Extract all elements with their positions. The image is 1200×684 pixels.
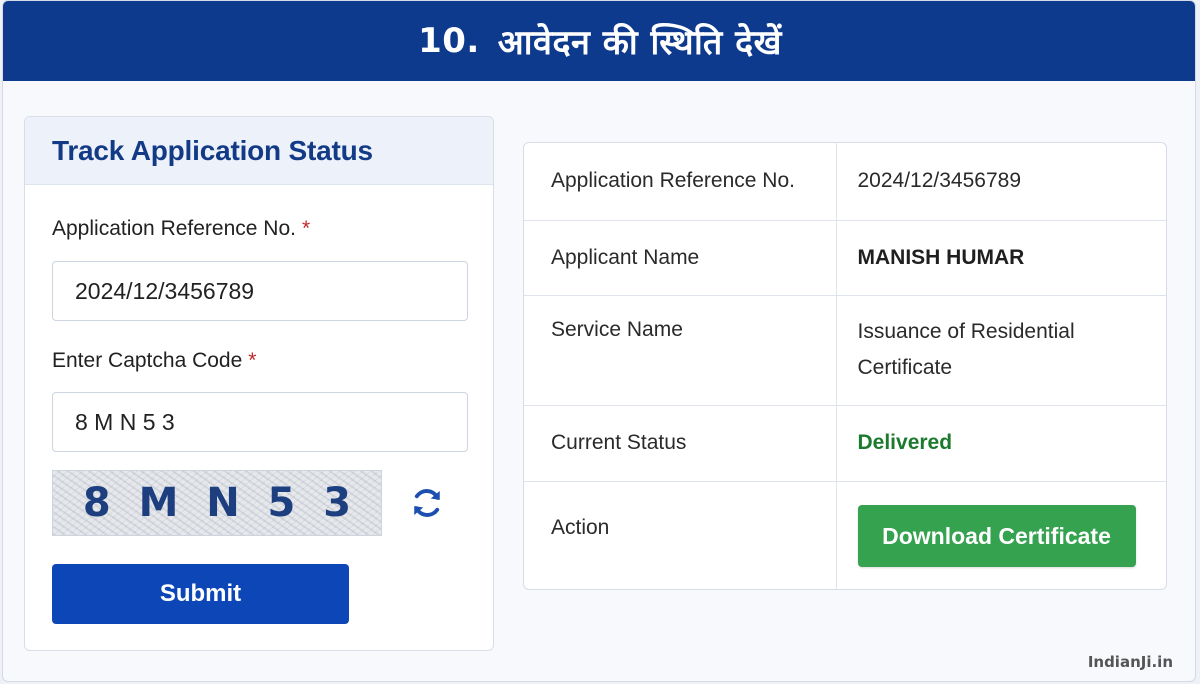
row-key: Application Reference No. — [524, 143, 837, 221]
track-status-form: Track Application Status Application Ref… — [24, 116, 494, 651]
banner-number: 10. — [418, 21, 480, 61]
table-row: Applicant Name MANISH HUMAR — [524, 220, 1166, 296]
reference-input[interactable] — [52, 261, 468, 321]
page-frame: 10. आवेदन की स्थिति देखें Track Applicat… — [2, 0, 1196, 682]
captcha-char: M — [138, 480, 179, 526]
reference-label-text: Application Reference No. — [52, 217, 296, 240]
table-row: Action Download Certificate — [524, 481, 1166, 589]
applicant-name-value: MANISH HUMAR — [836, 220, 1166, 296]
reference-label: Application Reference No. * — [52, 217, 310, 241]
download-certificate-button[interactable]: Download Certificate — [857, 505, 1136, 568]
table-row: Current Status Delivered — [524, 405, 1166, 482]
required-mark: * — [301, 217, 311, 240]
status-badge: Delivered — [836, 405, 1166, 482]
banner-title: आवेदन की स्थिति देखें — [497, 23, 782, 63]
required-mark: * — [248, 349, 257, 372]
reference-value: 2024/12/3456789 — [836, 143, 1166, 221]
captcha-label: Enter Captcha Code * — [52, 349, 256, 373]
captcha-char: N — [206, 480, 240, 526]
captcha-char: 5 — [267, 480, 296, 526]
form-title: Track Application Status — [52, 134, 373, 166]
captcha-image: 8 M N 5 3 — [52, 470, 382, 536]
page-banner: 10. आवेदन की स्थिति देखें — [3, 1, 1195, 81]
watermark: IndianJi.in — [1087, 653, 1173, 671]
submit-button[interactable]: Submit — [52, 564, 349, 624]
row-key: Current Status — [524, 405, 837, 482]
captcha-label-text: Enter Captcha Code — [52, 349, 243, 372]
captcha-char: 3 — [323, 480, 352, 526]
captcha-input[interactable] — [52, 392, 468, 452]
action-cell: Download Certificate — [836, 481, 1166, 589]
table-row: Application Reference No. 2024/12/345678… — [524, 143, 1166, 221]
service-name-value: Issuance of Residential Certificate — [836, 295, 1166, 406]
captcha-char: 8 — [82, 480, 111, 526]
result-table: Application Reference No. 2024/12/345678… — [524, 143, 1166, 589]
refresh-icon[interactable] — [409, 485, 445, 521]
table-row: Service Name Issuance of Residential Cer… — [524, 295, 1166, 406]
form-header: Track Application Status — [25, 117, 493, 185]
row-key: Action — [524, 481, 837, 589]
status-result-table: Application Reference No. 2024/12/345678… — [523, 142, 1167, 590]
row-key: Service Name — [524, 295, 837, 406]
row-key: Applicant Name — [524, 220, 837, 296]
